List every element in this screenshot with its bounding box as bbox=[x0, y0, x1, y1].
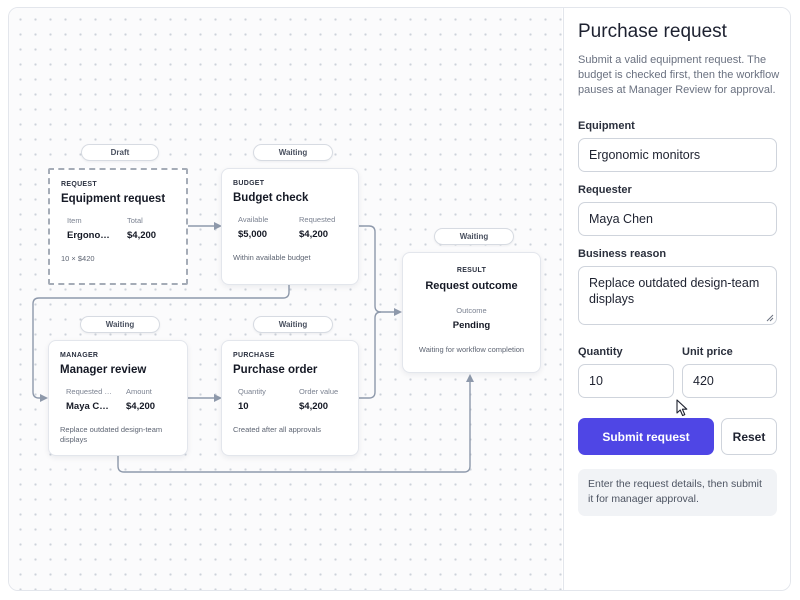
field-order-value: Order value $4,200 bbox=[299, 387, 351, 412]
node-footnote: Replace outdated design-team displays bbox=[60, 425, 163, 444]
field-amount: Amount $4,200 bbox=[126, 387, 178, 412]
field-label: Outcome bbox=[456, 306, 487, 315]
unit-price-input[interactable] bbox=[682, 364, 777, 398]
arrowhead-icon bbox=[40, 394, 48, 402]
field-total: Total $4,200 bbox=[127, 216, 179, 241]
status-badge-request: Draft bbox=[81, 144, 159, 161]
arrowhead-icon bbox=[466, 374, 474, 382]
business-reason-label: Business reason bbox=[578, 248, 667, 260]
quantity-input[interactable] bbox=[578, 364, 674, 398]
node-manager-review[interactable]: MANAGER Manager review Requested by Maya… bbox=[48, 340, 188, 456]
app-frame: Draft Waiting Waiting Waiting Waiting RE… bbox=[8, 7, 791, 591]
edge-budget-to-result bbox=[359, 225, 396, 313]
field-value: $4,200 bbox=[126, 401, 156, 412]
node-kicker: RESULT bbox=[456, 267, 487, 274]
field-label: Amount bbox=[126, 387, 152, 396]
node-purchase-order[interactable]: PURCHASE Purchase order Quantity 10 Orde… bbox=[221, 340, 359, 456]
arrowhead-icon bbox=[394, 308, 402, 316]
status-badge-budget: Waiting bbox=[253, 144, 333, 161]
node-title: Equipment request bbox=[61, 193, 166, 205]
field-available: Available $5,000 bbox=[238, 215, 288, 240]
node-title: Budget check bbox=[233, 192, 309, 204]
field-item: Item Ergonomic monitors bbox=[67, 216, 113, 241]
node-fields: Quantity 10 Order value $4,200 bbox=[233, 387, 347, 419]
submit-request-button[interactable]: Submit request bbox=[578, 418, 714, 455]
request-form-panel: Purchase request Submit a valid equipmen… bbox=[563, 8, 790, 590]
node-kicker: BUDGET bbox=[233, 180, 265, 187]
status-badge-result: Waiting bbox=[434, 228, 514, 245]
field-label: Available bbox=[238, 215, 269, 224]
node-fields: Item Ergonomic monitors Total $4,200 bbox=[61, 216, 175, 248]
node-title: Purchase order bbox=[233, 364, 318, 376]
field-value: $5,000 bbox=[238, 229, 268, 240]
reset-button[interactable]: Reset bbox=[721, 418, 777, 455]
node-budget-check[interactable]: BUDGET Budget check Available $5,000 Req… bbox=[221, 168, 359, 285]
field-label: Total bbox=[127, 216, 143, 225]
equipment-label: Equipment bbox=[578, 120, 635, 132]
requester-input[interactable] bbox=[578, 202, 777, 236]
field-value: $4,200 bbox=[299, 401, 329, 412]
node-title: Manager review bbox=[60, 364, 147, 376]
panel-description: Submit a valid equipment request. The bu… bbox=[578, 54, 780, 96]
requester-label: Requester bbox=[578, 184, 632, 196]
field-label: Quantity bbox=[238, 387, 266, 396]
field-value: 10 bbox=[238, 401, 249, 412]
textarea-resize-icon[interactable] bbox=[766, 314, 774, 322]
field-value: $4,200 bbox=[299, 229, 329, 240]
unit-price-label: Unit price bbox=[682, 346, 733, 358]
business-reason-textarea[interactable]: Replace outdated design-team displays bbox=[578, 266, 777, 325]
node-title: Request outcome bbox=[425, 280, 518, 292]
field-label: Order value bbox=[299, 387, 339, 396]
node-kicker: REQUEST bbox=[61, 181, 97, 188]
node-kicker: PURCHASE bbox=[233, 352, 275, 359]
outcome-value: Pending bbox=[452, 320, 491, 331]
status-badge-purchase: Waiting bbox=[253, 316, 333, 333]
field-value: Maya Chen bbox=[66, 401, 112, 412]
workflow-canvas[interactable]: Draft Waiting Waiting Waiting Waiting RE… bbox=[9, 8, 562, 590]
panel-title: Purchase request bbox=[578, 21, 727, 42]
node-kicker: MANAGER bbox=[60, 352, 99, 359]
node-footnote: Created after all approvals bbox=[233, 425, 321, 434]
node-equipment-request[interactable]: REQUEST Equipment request Item Ergonomic… bbox=[48, 168, 188, 285]
quantity-label: Quantity bbox=[578, 346, 623, 358]
equipment-input[interactable] bbox=[578, 138, 777, 172]
node-request-outcome[interactable]: RESULT Request outcome Outcome Pending W… bbox=[402, 252, 541, 373]
field-requested: Requested $4,200 bbox=[299, 215, 351, 240]
status-badge-manager: Waiting bbox=[80, 316, 160, 333]
field-label: Requested bbox=[299, 215, 336, 224]
field-requested-by: Requested by Maya Chen bbox=[66, 387, 112, 412]
node-footnote: 10 × $420 bbox=[61, 254, 95, 263]
node-fields: Available $5,000 Requested $4,200 bbox=[233, 215, 347, 247]
field-value: $4,200 bbox=[127, 230, 157, 241]
status-notice: Enter the request details, then submit i… bbox=[578, 469, 777, 516]
node-footnote: Waiting for workflow completion bbox=[418, 345, 525, 354]
field-value: Ergonomic monitors bbox=[67, 230, 113, 241]
mouse-pointer-icon bbox=[676, 399, 688, 417]
node-footnote: Within available budget bbox=[233, 253, 311, 262]
field-label: Requested by bbox=[66, 387, 112, 396]
edge-purchase-to-result bbox=[359, 311, 382, 399]
field-label: Item bbox=[67, 216, 82, 225]
node-fields: Requested by Maya Chen Amount $4,200 bbox=[60, 387, 176, 419]
field-quantity: Quantity 10 bbox=[238, 387, 288, 412]
